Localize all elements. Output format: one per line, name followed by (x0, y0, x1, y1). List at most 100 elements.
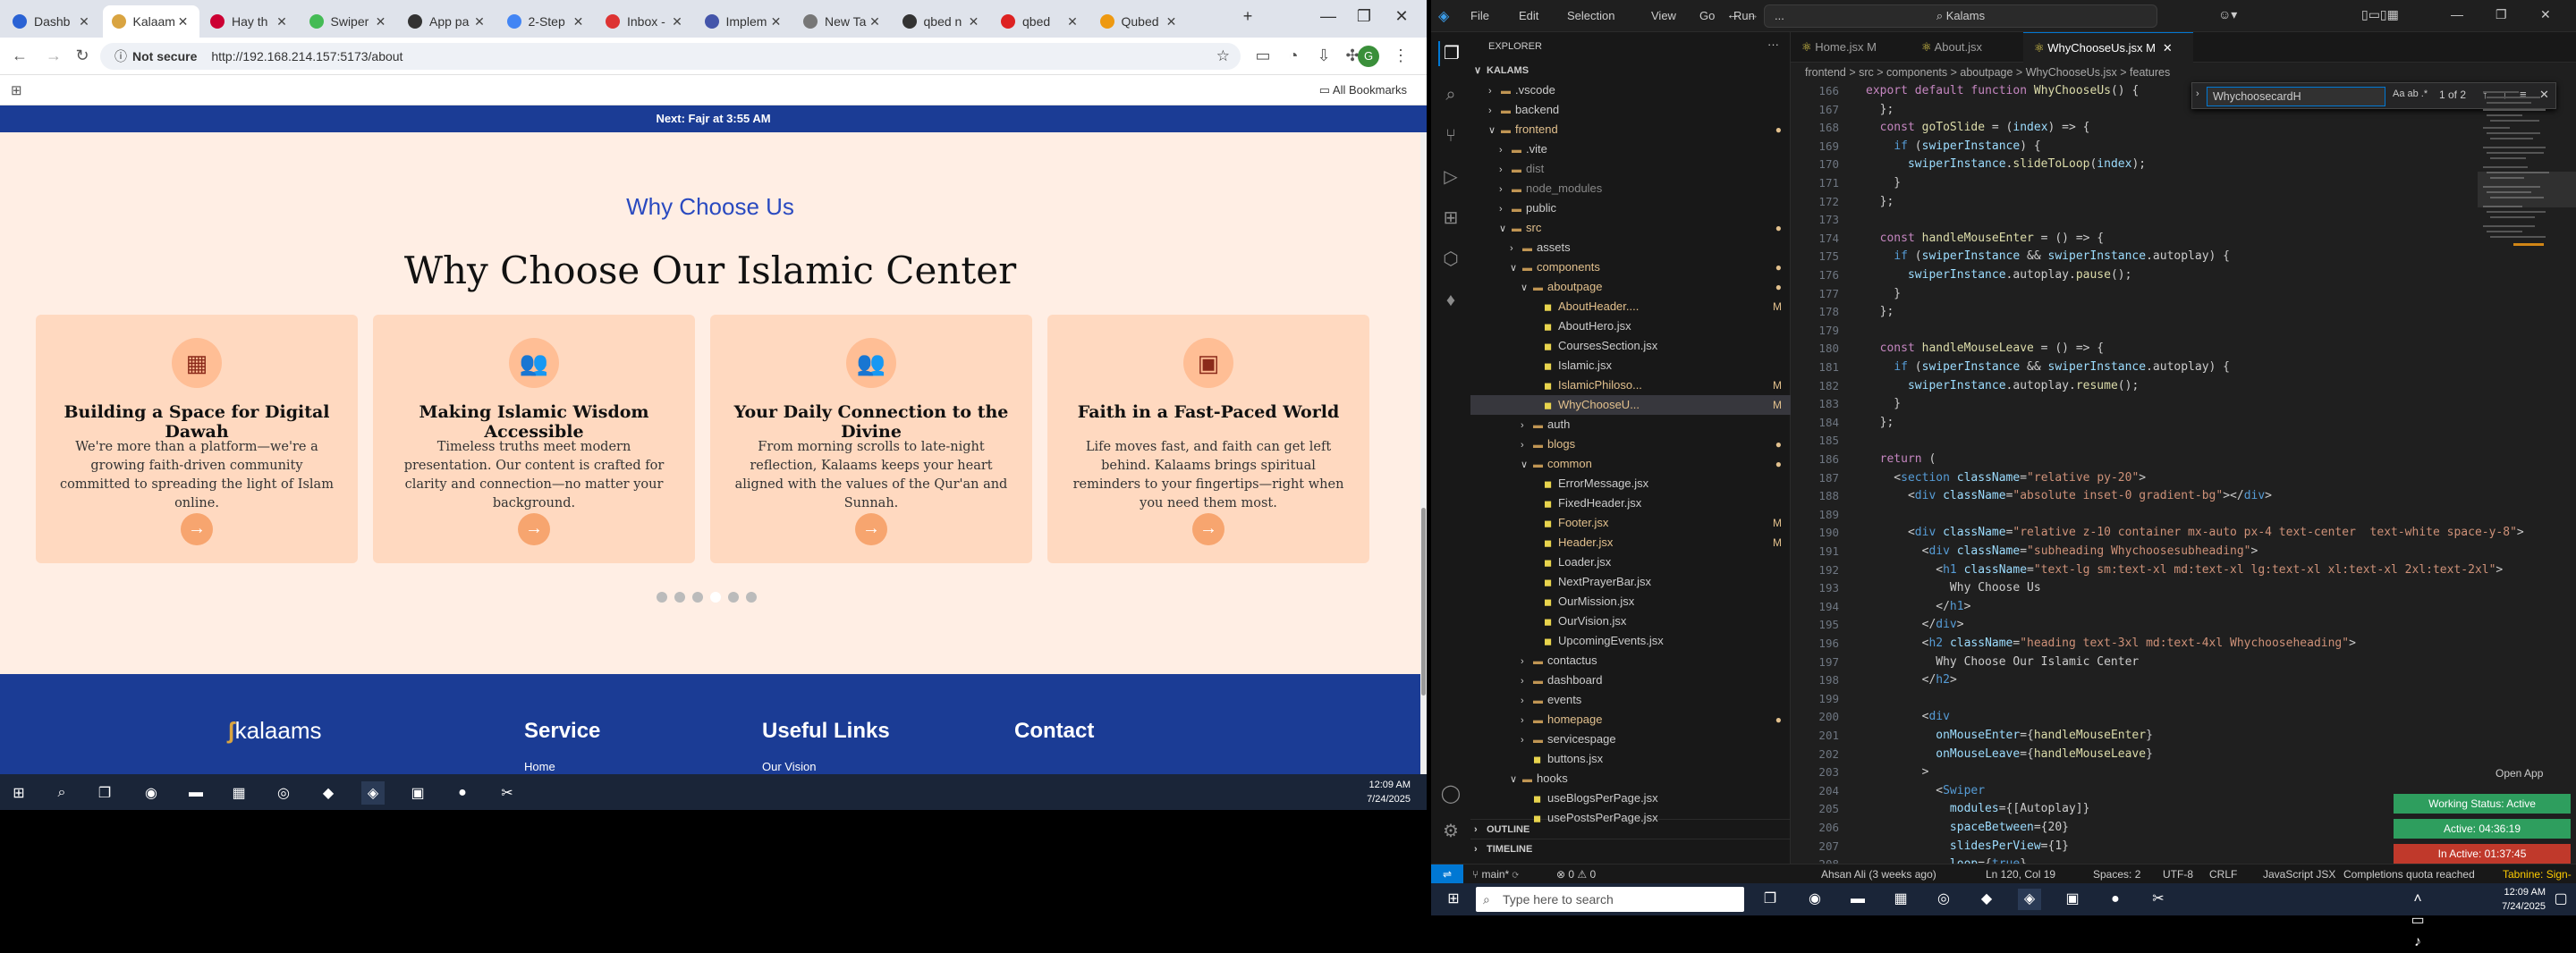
tab-close-icon[interactable]: ✕ (868, 14, 882, 30)
tree-file[interactable]: ◼ Loader.jsx (1470, 552, 1791, 572)
tree-folder[interactable]: ∨ ▬ hooks (1470, 769, 1791, 789)
left-clock[interactable]: 12:09 AM 7/24/2025 (1367, 778, 1411, 806)
windows-start-icon[interactable]: ⊞ (1442, 889, 1465, 910)
bookmark-star-icon[interactable]: ☆ (1216, 47, 1230, 65)
tab-close-icon[interactable]: ✕ (77, 14, 91, 30)
tree-file[interactable]: ◼ AboutHeader.... M (1470, 297, 1791, 316)
tree-file[interactable]: ◼ Islamic.jsx (1470, 356, 1791, 375)
minimap[interactable] (2478, 82, 2576, 529)
git-blame[interactable]: Ahsan Ali (3 weeks ago) (1821, 864, 1936, 884)
copilot-icon[interactable]: ☺▾ (2218, 7, 2237, 22)
search-icon[interactable]: ⌕ (1438, 82, 1463, 107)
extension-2-icon[interactable]: ◔ (1283, 46, 1304, 65)
tree-file[interactable]: ◼ OurVision.jsx (1470, 611, 1791, 631)
pagination-dot[interactable] (674, 592, 685, 603)
tree-folder[interactable]: › ▬ dist (1470, 159, 1791, 179)
toggle-replace-icon[interactable]: › (2196, 89, 2199, 99)
layout-icon[interactable]: ▯▭▯▦ (2361, 7, 2399, 22)
tree-folder[interactable]: ∨ ▬ components ● (1470, 257, 1791, 277)
cursor-position[interactable]: Ln 120, Col 19 (1986, 864, 2055, 884)
menu-item[interactable]: Edit (1519, 9, 1538, 22)
editor-tab[interactable]: ⚛ Home.jsx M (1791, 32, 1911, 63)
mongo-icon[interactable]: ♦ (1438, 288, 1463, 313)
clock[interactable]: 12:09 AM 7/24/2025 (2502, 885, 2546, 914)
edge-icon[interactable]: ◉ (1803, 889, 1826, 910)
snip-icon[interactable]: ✂ (496, 781, 519, 805)
scrollbar-thumb[interactable] (1421, 508, 1426, 696)
tree-folder[interactable]: › ▬ servicespage (1470, 730, 1791, 749)
tree-file[interactable]: ◼ IslamicPhiloso... M (1470, 375, 1791, 395)
line-ending[interactable]: CRLF (2209, 864, 2237, 884)
tree-file[interactable]: ◼ usePostsPerPage.jsx (1470, 808, 1791, 828)
browser-tab[interactable]: qbed n ✕ (894, 5, 990, 38)
new-tab-button[interactable]: + (1234, 7, 1261, 26)
find-input[interactable]: WhychoosecardH (2207, 87, 2385, 106)
store-icon[interactable]: ▦ (227, 781, 250, 805)
tree-file[interactable]: ◼ Footer.jsx M (1470, 513, 1791, 533)
pagination-dot[interactable] (692, 592, 703, 603)
card-arrow-button[interactable]: → (855, 513, 887, 545)
browser-tab[interactable]: Hay th ✕ (201, 5, 298, 38)
tab-close-icon[interactable]: ✕ (176, 14, 191, 30)
tab-close-icon[interactable]: ✕ (670, 14, 684, 30)
footer-logo[interactable]: ʃkalaams (227, 717, 322, 745)
reload-icon[interactable]: ↻ (72, 46, 93, 65)
app-icon[interactable]: ● (451, 781, 474, 805)
project-root[interactable]: ∨ KALAMS (1470, 61, 1791, 80)
tab-close-icon[interactable]: ✕ (472, 14, 487, 30)
tree-file[interactable]: ◼ FixedHeader.jsx (1470, 493, 1791, 513)
tab-close-icon[interactable]: ✕ (967, 14, 981, 30)
pagination-dot[interactable] (710, 592, 721, 603)
footer-home-link[interactable]: Home (524, 760, 555, 773)
tree-file[interactable]: ◼ NextPrayerBar.jsx (1470, 572, 1791, 592)
tab-close-icon[interactable]: ✕ (1065, 14, 1080, 30)
minimize-icon[interactable]: — (1315, 7, 1342, 26)
tree-file[interactable]: ◼ WhyChooseU... M (1470, 395, 1791, 415)
tab-close-icon[interactable]: ✕ (1165, 14, 1179, 30)
vscode-alt-icon[interactable]: ◆ (317, 781, 340, 805)
tree-folder[interactable]: ∨ ▬ src ● (1470, 218, 1791, 238)
downloads-icon[interactable]: ⇩ (1313, 46, 1335, 65)
task-view-icon[interactable]: ❐ (93, 781, 116, 805)
extension-icon[interactable]: ▭ (1252, 46, 1274, 65)
tree-folder[interactable]: ∨ ▬ frontend ● (1470, 120, 1791, 139)
remote-icon[interactable]: ⬡ (1438, 247, 1463, 272)
tree-folder[interactable]: › ▬ events (1470, 690, 1791, 710)
tree-folder[interactable]: › ▬ .vite (1470, 139, 1791, 159)
card-arrow-button[interactable]: → (181, 513, 213, 545)
tree-file[interactable]: ◼ CoursesSection.jsx (1470, 336, 1791, 356)
browser-tab[interactable]: Swiper ✕ (301, 5, 397, 38)
file-explorer-icon[interactable]: ▬ (184, 781, 208, 805)
tree-file[interactable]: ◼ buttons.jsx (1470, 749, 1791, 769)
tree-folder[interactable]: › ▬ homepage ● (1470, 710, 1791, 730)
explorer-icon[interactable]: ❐ (1438, 41, 1463, 66)
extensions-icon[interactable]: ⊞ (1438, 206, 1463, 231)
command-center[interactable]: ⌕ Kalams (1764, 4, 2157, 28)
minimize-icon[interactable]: — (2451, 7, 2463, 21)
file-explorer-icon[interactable]: ▬ (1846, 889, 1869, 910)
card-arrow-button[interactable]: → (518, 513, 550, 545)
back-icon[interactable]: ← (9, 46, 30, 65)
footer-vision-link[interactable]: Our Vision (762, 760, 816, 773)
store-icon[interactable]: ▦ (1889, 889, 1912, 910)
tree-file[interactable]: ◼ OurMission.jsx (1470, 592, 1791, 611)
timeline-panel[interactable]: › TIMELINE (1470, 839, 1791, 858)
card-arrow-button[interactable]: → (1192, 513, 1224, 545)
completions-quota[interactable]: Completions quota reached (2343, 864, 2475, 884)
browser-tab[interactable]: Dashb ✕ (4, 5, 100, 38)
tree-folder[interactable]: › ▬ .vscode (1470, 80, 1791, 100)
menu-item[interactable]: Go (1699, 9, 1715, 22)
menu-item[interactable]: Run (1733, 9, 1755, 22)
breadcrumb[interactable]: frontend > src > components > aboutpage … (1791, 63, 2576, 82)
browser-tab[interactable]: App pa ✕ (399, 5, 496, 38)
menu-item[interactable]: View (1651, 9, 1676, 22)
menu-item[interactable]: Selection (1567, 9, 1614, 22)
page-scrollbar[interactable] (1420, 132, 1427, 774)
url-text[interactable]: http://192.168.214.157:5173/about (211, 49, 402, 63)
menu-item[interactable]: ... (1775, 9, 1784, 22)
tab-close-icon[interactable]: ✕ (374, 14, 388, 30)
browser-tab[interactable]: Inbox - ✕ (597, 5, 693, 38)
vscode-icon[interactable]: ◈ (361, 781, 385, 805)
info-icon[interactable]: ⓘ (114, 47, 127, 65)
more-actions-icon[interactable]: ··· (1767, 38, 1779, 51)
